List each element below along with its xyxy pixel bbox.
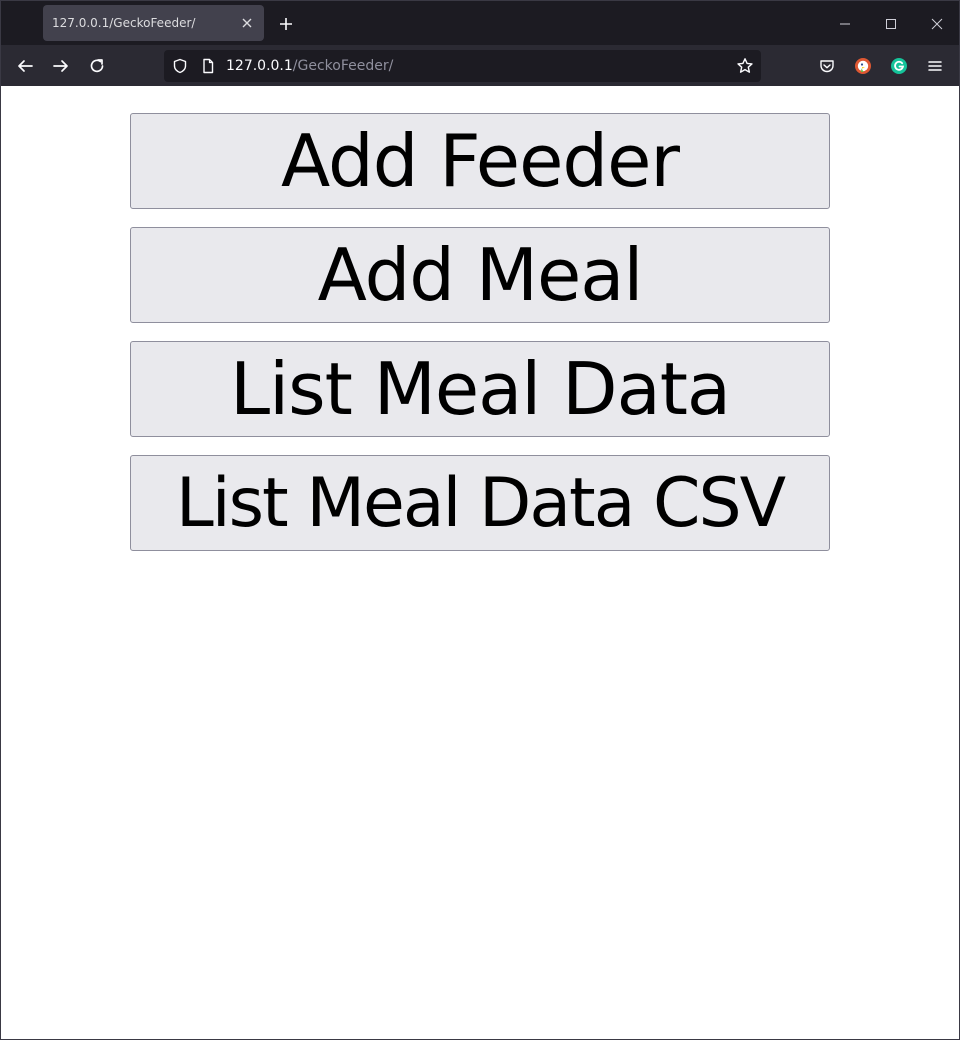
list-meal-data-button[interactable]: List Meal Data <box>130 341 830 437</box>
add-meal-button[interactable]: Add Meal <box>130 227 830 323</box>
tab-strip: 127.0.0.1/GeckoFeeder/ <box>1 1 959 45</box>
url-text[interactable]: 127.0.0.1/GeckoFeeder/ <box>226 58 393 74</box>
close-window-icon[interactable] <box>926 13 948 35</box>
back-icon[interactable] <box>13 54 37 78</box>
url-host: 127.0.0.1 <box>226 58 293 74</box>
shield-icon[interactable] <box>171 57 189 75</box>
reload-icon[interactable] <box>85 54 109 78</box>
star-icon[interactable] <box>736 57 754 75</box>
tab-title: 127.0.0.1/GeckoFeeder/ <box>52 16 196 30</box>
close-tab-icon[interactable] <box>238 14 256 32</box>
tab-active[interactable]: 127.0.0.1/GeckoFeeder/ <box>43 5 264 41</box>
pocket-icon[interactable] <box>815 54 839 78</box>
minimize-icon[interactable] <box>834 13 856 35</box>
url-bar[interactable]: 127.0.0.1/GeckoFeeder/ <box>164 50 761 82</box>
add-feeder-button[interactable]: Add Feeder <box>130 113 830 209</box>
page-content: Add Feeder Add Meal List Meal Data List … <box>1 86 959 1039</box>
browser-window: 127.0.0.1/GeckoFeeder/ 127.0.0.1/GeckoFe… <box>0 0 960 1040</box>
list-meal-data-csv-button[interactable]: List Meal Data CSV <box>130 455 830 551</box>
nav-toolbar: 127.0.0.1/GeckoFeeder/ <box>1 45 959 86</box>
maximize-icon[interactable] <box>880 13 902 35</box>
duckduckgo-icon[interactable] <box>851 54 875 78</box>
url-path: /GeckoFeeder/ <box>292 58 394 74</box>
page-icon[interactable] <box>199 57 217 75</box>
new-tab-icon[interactable] <box>275 13 297 35</box>
grammarly-icon[interactable] <box>887 54 911 78</box>
menu-icon[interactable] <box>923 54 947 78</box>
forward-icon[interactable] <box>49 54 73 78</box>
